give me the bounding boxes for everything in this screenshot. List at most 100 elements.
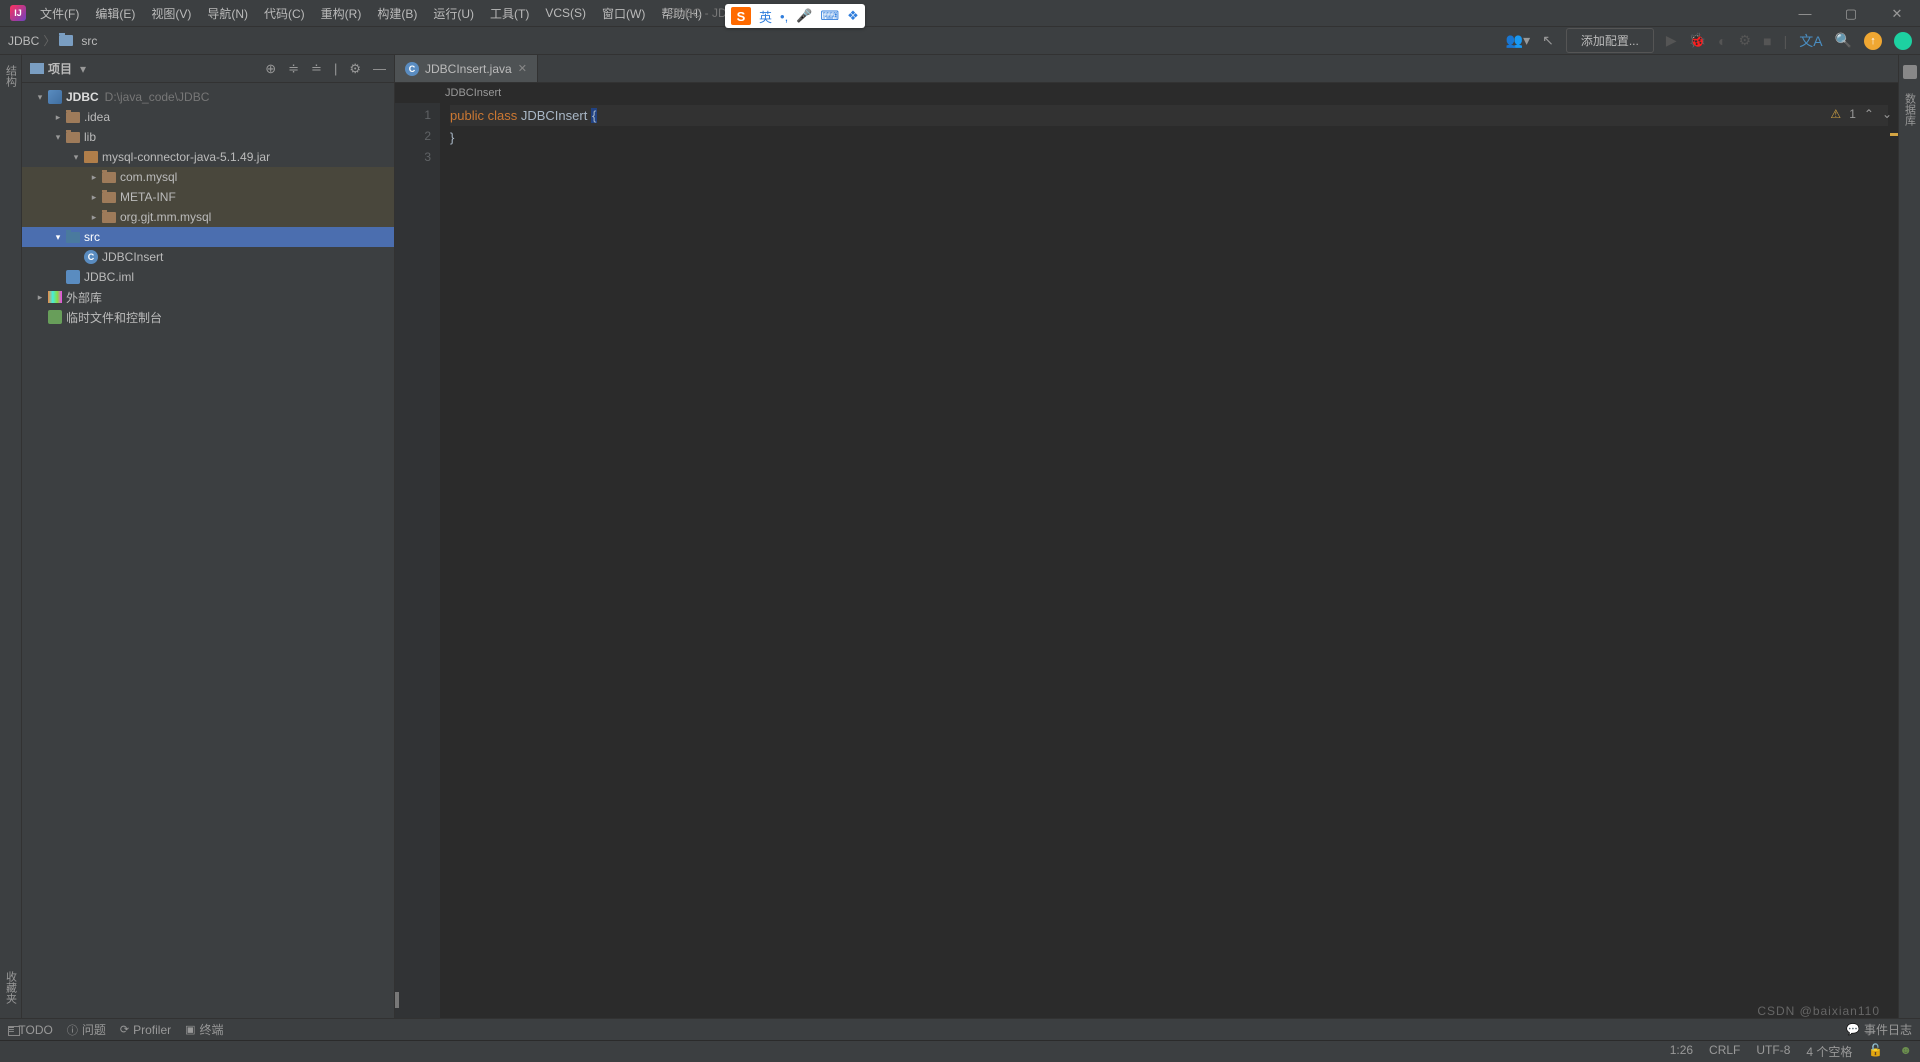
translate-icon[interactable]: 文A xyxy=(1799,31,1822,51)
menu-edit[interactable]: 编辑(E) xyxy=(87,1,143,26)
warning-marker[interactable] xyxy=(1890,133,1898,136)
tree-package-meta-inf[interactable]: ▸ META-INF xyxy=(22,187,394,207)
database-tool-button[interactable]: 数据库 xyxy=(1902,89,1918,130)
tree-idea-folder[interactable]: ▸ .idea xyxy=(22,107,394,127)
bottom-tool-bar: ≡TODO ⓘ问题 ⟳Profiler ▣终端 💬事件日志 xyxy=(0,1018,1920,1040)
ime-toolbar[interactable]: S 英 •, 🎤 ⌨ ❖ xyxy=(725,4,865,28)
stop-icon[interactable]: ■ xyxy=(1763,33,1771,49)
expand-all-icon[interactable]: ≑ xyxy=(288,61,299,77)
line-number-gutter: 1 2 3 xyxy=(395,103,440,1018)
readonly-icon[interactable]: 🔓 xyxy=(1868,1043,1883,1060)
chevron-down-icon[interactable]: ▾ xyxy=(32,92,48,103)
coverage-icon[interactable]: ◐ xyxy=(1718,33,1726,49)
user-icon[interactable]: 👥▾ xyxy=(1506,32,1530,49)
code-editor[interactable]: 1 2 3 public class JDBCInsert { } ⚠ 1 ⌃ … xyxy=(395,103,1898,1018)
brace: { xyxy=(591,108,597,123)
updates-icon[interactable]: ↑ xyxy=(1864,32,1882,50)
close-tab-icon[interactable]: ✕ xyxy=(518,62,527,75)
event-log-button[interactable]: 💬事件日志 xyxy=(1846,1021,1912,1038)
add-configuration-button[interactable]: 添加配置... xyxy=(1566,28,1654,53)
editor-indicators: ⚠ 1 ⌃ ⌄ xyxy=(1830,107,1892,121)
editor-breadcrumb[interactable]: JDBCInsert xyxy=(395,83,1898,103)
profiler-button[interactable]: ⟳Profiler xyxy=(120,1023,171,1037)
collapse-all-icon[interactable]: ≐ xyxy=(311,61,322,77)
tree-lib-folder[interactable]: ▾ lib xyxy=(22,127,394,147)
chevron-down-icon[interactable]: ▾ xyxy=(50,132,66,143)
tree-jar-file[interactable]: ▾ mysql-connector-java-5.1.49.jar xyxy=(22,147,394,167)
project-dropdown-icon[interactable]: ▾ xyxy=(80,62,86,76)
menu-window[interactable]: 窗口(W) xyxy=(594,1,653,26)
project-tree[interactable]: ▾ JDBC D:\java_code\JDBC ▸ .idea ▾ lib ▾… xyxy=(22,83,394,1018)
tree-scratches[interactable]: 临时文件和控制台 xyxy=(22,307,394,327)
menu-vcs[interactable]: VCS(S) xyxy=(537,2,594,24)
line-separator[interactable]: CRLF xyxy=(1709,1043,1740,1060)
chevron-right-icon[interactable]: ▸ xyxy=(32,292,48,303)
next-highlight-icon[interactable]: ⌄ xyxy=(1882,107,1892,121)
problems-button[interactable]: ⓘ问题 xyxy=(67,1021,106,1038)
chevron-down-icon[interactable]: ▾ xyxy=(68,152,84,163)
profile-icon[interactable]: ⚙ xyxy=(1739,32,1752,49)
hide-panel-icon[interactable]: — xyxy=(373,61,386,77)
warning-icon[interactable]: ⚠ xyxy=(1830,107,1841,121)
code-content[interactable]: public class JDBCInsert { } xyxy=(440,103,1898,1018)
maximize-button[interactable]: ▢ xyxy=(1828,0,1874,27)
cursor-position[interactable]: 1:26 xyxy=(1670,1043,1693,1060)
settings-icon[interactable]: ⚙ xyxy=(349,61,361,77)
build-icon[interactable]: ↖ xyxy=(1542,32,1554,49)
menu-build[interactable]: 构建(B) xyxy=(369,1,425,26)
minimize-button[interactable]: — xyxy=(1782,0,1828,27)
file-encoding[interactable]: UTF-8 xyxy=(1756,1043,1790,1060)
menu-code[interactable]: 代码(C) xyxy=(256,1,313,26)
scratch-icon xyxy=(48,310,62,324)
menu-nav[interactable]: 导航(N) xyxy=(199,1,256,26)
close-button[interactable]: ✕ xyxy=(1874,0,1920,27)
debug-icon[interactable]: 🐞 xyxy=(1689,32,1706,49)
menu-run[interactable]: 运行(U) xyxy=(425,1,482,26)
ime-keyboard-icon[interactable]: ⌨ xyxy=(820,8,839,24)
terminal-button[interactable]: ▣终端 xyxy=(185,1021,223,1038)
tree-class-jdbcinsert[interactable]: C JDBCInsert xyxy=(22,247,394,267)
chevron-right-icon[interactable]: ▸ xyxy=(86,212,102,223)
tree-package-org-gjt[interactable]: ▸ org.gjt.mm.mysql xyxy=(22,207,394,227)
ime-punct[interactable]: •, xyxy=(780,9,788,24)
breadcrumb-folder[interactable]: src xyxy=(81,34,97,48)
ime-mic-icon[interactable]: 🎤 xyxy=(796,8,812,24)
ime-apps-icon[interactable]: ❖ xyxy=(847,8,859,24)
keyword: class xyxy=(488,108,518,123)
package-icon xyxy=(102,192,116,203)
menu-view[interactable]: 视图(V) xyxy=(143,1,199,26)
breadcrumb-root[interactable]: JDBC xyxy=(8,34,39,48)
structure-tool-button[interactable]: 结构 xyxy=(3,61,19,91)
window-title: JDBC - JD xyxy=(670,6,727,20)
tree-package-com-mysql[interactable]: ▸ com.mysql xyxy=(22,167,394,187)
run-icon[interactable]: ▶ xyxy=(1666,32,1677,49)
inspection-icon[interactable]: ☻ xyxy=(1899,1043,1912,1060)
chevron-right-icon[interactable]: ▸ xyxy=(86,192,102,203)
breadcrumb[interactable]: JDBC 〉 src xyxy=(8,32,97,49)
tree-external-libraries[interactable]: ▸ 外部库 xyxy=(22,287,394,307)
menu-refactor[interactable]: 重构(R) xyxy=(313,1,370,26)
tab-jdbcinsert[interactable]: C JDBCInsert.java ✕ xyxy=(395,55,538,82)
tree-project-root[interactable]: ▾ JDBC D:\java_code\JDBC xyxy=(22,87,394,107)
tree-iml-file[interactable]: JDBC.iml xyxy=(22,267,394,287)
indent-info[interactable]: 4 个空格 xyxy=(1806,1043,1852,1060)
tool-window-toggle-icon[interactable] xyxy=(8,1026,20,1036)
breadcrumb-class[interactable]: JDBCInsert xyxy=(445,87,501,99)
database-icon[interactable] xyxy=(1903,65,1917,79)
chevron-down-icon[interactable]: ▾ xyxy=(50,232,66,243)
line-number: 1 xyxy=(395,105,431,126)
tree-src-folder[interactable]: ▾ src xyxy=(22,227,394,247)
warning-count[interactable]: 1 xyxy=(1849,107,1856,121)
line-number: 2 xyxy=(395,126,431,147)
avatar-icon[interactable] xyxy=(1894,32,1912,50)
favorites-tool-button[interactable]: 收藏夹 xyxy=(3,967,19,1008)
menu-file[interactable]: 文件(F) xyxy=(32,1,87,26)
project-panel-title[interactable]: 项目 xyxy=(48,60,72,77)
locate-icon[interactable]: ⊕ xyxy=(265,61,276,77)
prev-highlight-icon[interactable]: ⌃ xyxy=(1864,107,1874,121)
search-icon[interactable]: 🔍 xyxy=(1835,32,1852,49)
ime-lang[interactable]: 英 xyxy=(759,7,772,26)
chevron-right-icon[interactable]: ▸ xyxy=(86,172,102,183)
chevron-right-icon[interactable]: ▸ xyxy=(50,112,66,123)
menu-tools[interactable]: 工具(T) xyxy=(482,1,537,26)
